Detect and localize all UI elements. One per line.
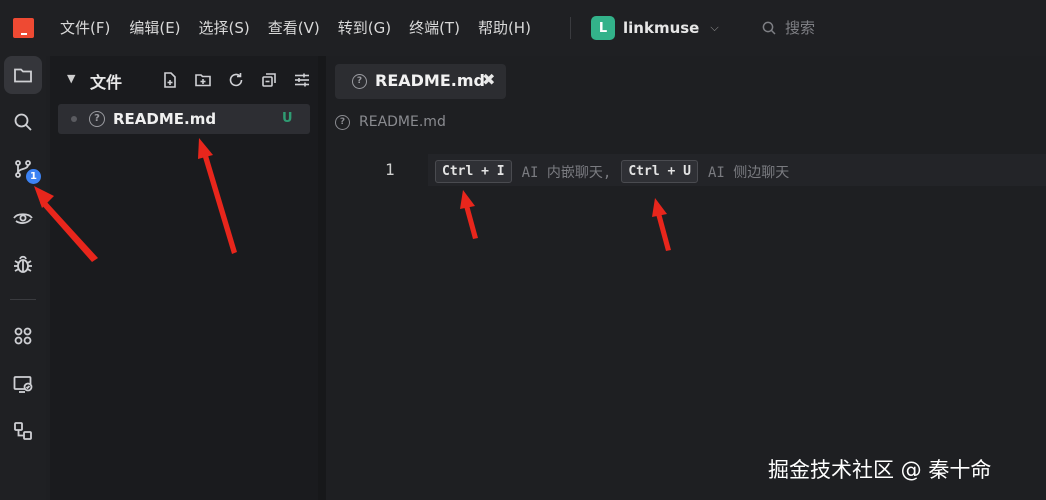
remote-button[interactable] (4, 365, 42, 403)
menu-terminal[interactable]: 终端(T) (409, 18, 460, 38)
modified-dot (71, 116, 77, 122)
explorer-sidebar: ▼ 文件 ? README.md U (50, 56, 318, 500)
search-icon (762, 21, 776, 35)
shapes-button[interactable] (4, 412, 42, 450)
git-status-badge: U (282, 111, 293, 126)
explorer-header: ▼ 文件 (50, 66, 318, 94)
explorer-actions (153, 69, 318, 91)
search-button[interactable] (4, 103, 42, 141)
refresh-button[interactable] (219, 69, 252, 91)
collapse-all-button[interactable] (252, 69, 285, 91)
preview-button[interactable] (4, 198, 42, 236)
hint-side-chat: AI 侧边聊天 (707, 164, 790, 181)
menu-help[interactable]: 帮助(H) (478, 18, 531, 38)
tab-label: README.md (375, 71, 485, 90)
project-avatar: L (591, 16, 615, 40)
collapse-icon (261, 73, 276, 87)
chevron-down-icon[interactable]: ▼ (67, 72, 75, 85)
files-icon (14, 68, 32, 83)
activity-divider (10, 299, 36, 300)
editor-area: ? README.md ✖ ? README.md 1 Ctrl + I AI … (326, 56, 1046, 500)
menu-goto[interactable]: 转到(G) (338, 18, 391, 38)
source-control-badge: 1 (26, 169, 41, 184)
question-icon: ? (89, 111, 105, 127)
extensions-icon (14, 327, 32, 345)
explorer-title: 文件 (90, 73, 123, 92)
extensions-button[interactable] (4, 317, 42, 355)
question-icon: ? (335, 114, 350, 130)
shapes-icon (14, 422, 32, 440)
project-name: linkmuse (623, 19, 700, 37)
file-item-readme[interactable]: ? README.md U (58, 104, 310, 134)
watermark: 掘金技术社区 @ 秦十命 (768, 458, 992, 482)
ai-chat-hint: Ctrl + I AI 内嵌聊天, Ctrl + U AI 侧边聊天 (435, 160, 799, 183)
chevron-down-icon: ⌵ (710, 21, 719, 34)
settings-button[interactable] (285, 69, 318, 91)
hint-inline-chat: AI 内嵌聊天, (521, 164, 612, 181)
new-folder-button[interactable] (186, 69, 219, 91)
sliders-icon (294, 73, 309, 87)
kbd-side-chat: Ctrl + U (621, 160, 698, 183)
source-control-button[interactable]: 1 (4, 150, 42, 188)
panel-splitter[interactable] (318, 56, 326, 500)
breadcrumb[interactable]: ? README.md (335, 114, 446, 130)
refresh-icon (229, 73, 242, 87)
debug-button[interactable] (4, 245, 42, 283)
tab-readme[interactable]: ? README.md ✖ (335, 64, 506, 99)
search-icon (14, 113, 32, 131)
title-divider (570, 17, 571, 39)
menu-selection[interactable]: 选择(S) (199, 18, 250, 38)
menu-file[interactable]: 文件(F) (60, 18, 110, 38)
file-name: README.md (113, 110, 217, 128)
kbd-inline-chat: Ctrl + I (435, 160, 512, 183)
menu-bar: 文件(F) 编辑(E) 选择(S) 查看(V) 转到(G) 终端(T) 帮助(H… (60, 18, 549, 38)
new-folder-icon (194, 74, 211, 87)
menu-view[interactable]: 查看(V) (268, 18, 320, 38)
search-box[interactable]: 搜索 (762, 17, 815, 38)
close-icon[interactable]: ✖ (482, 70, 495, 89)
remote-monitor-icon (13, 376, 33, 393)
activity-bar: 1 (0, 56, 46, 500)
line-number: 1 (385, 160, 395, 179)
menu-edit[interactable]: 编辑(E) (129, 18, 180, 38)
explorer-button[interactable] (4, 56, 42, 94)
eye-icon (13, 213, 33, 224)
project-switcher[interactable]: L linkmuse ⌵ (591, 16, 719, 40)
search-placeholder: 搜索 (785, 19, 816, 37)
breadcrumb-file: README.md (359, 114, 446, 130)
app-logo (13, 18, 34, 38)
question-icon: ? (352, 74, 367, 89)
new-file-button[interactable] (153, 69, 186, 91)
debug-icon (14, 255, 32, 273)
new-file-icon (163, 72, 176, 88)
title-bar: 文件(F) 编辑(E) 选择(S) 查看(V) 转到(G) 终端(T) 帮助(H… (0, 0, 1046, 56)
